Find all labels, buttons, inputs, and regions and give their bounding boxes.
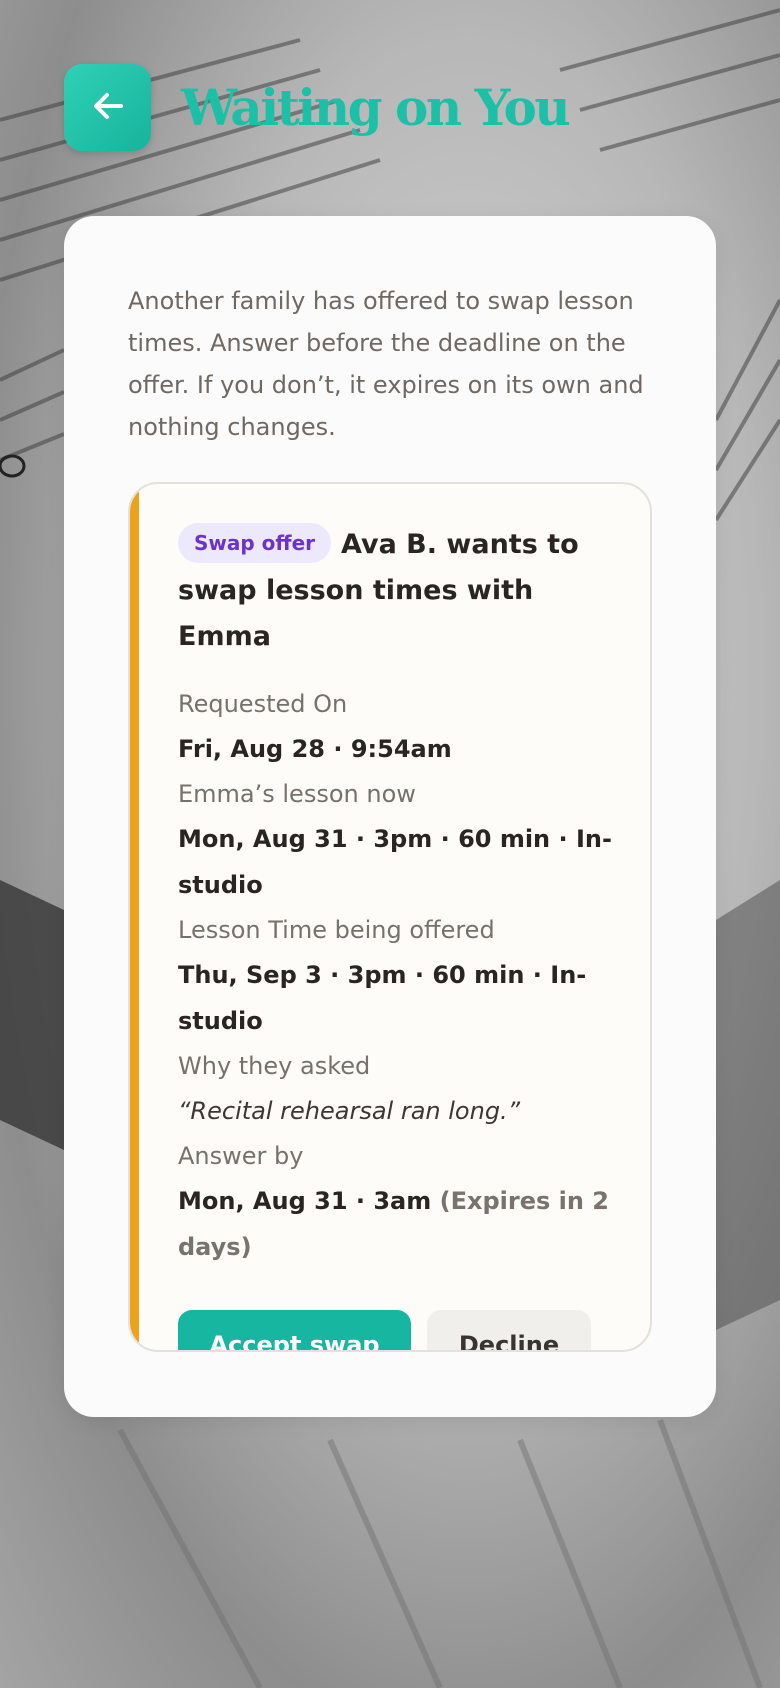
accept-swap-button[interactable]: Accept swap: [178, 1310, 411, 1350]
swap-offer-card: Swap offer Ava B. wants to swap lesson ti…: [128, 482, 652, 1352]
page-header: Waiting on You: [64, 64, 571, 151]
current-lesson-label: Emma’s lesson now: [178, 780, 416, 808]
content-panel: Another family has offered to swap lesso…: [64, 216, 716, 1417]
reason-value: “Recital rehearsal ran long.”: [178, 1097, 521, 1125]
requested-value: Fri, Aug 28 · 9:54am: [178, 735, 452, 763]
deadline-value: Mon, Aug 31 · 3am: [178, 1187, 432, 1215]
requested-label: Requested On: [178, 690, 348, 718]
deadline-label: Answer by: [178, 1142, 304, 1170]
arrow-left-icon: [91, 89, 125, 127]
reason-label: Why they asked: [178, 1052, 371, 1080]
offered-lesson-label: Lesson Time being offered: [178, 916, 495, 944]
offered-lesson-value: Thu, Sep 3 · 3pm · 60 min · In-studio: [178, 961, 587, 1035]
current-lesson-value: Mon, Aug 31 · 3pm · 60 min · In-studio: [178, 825, 612, 899]
status-stripe: [130, 484, 139, 1350]
swap-offer-badge: Swap offer: [178, 523, 332, 563]
offer-actions: Accept swap Decline: [178, 1310, 624, 1350]
offer-title-line: Swap offer Ava B. wants to swap lesson ti…: [178, 522, 624, 660]
back-button[interactable]: [64, 64, 151, 151]
deadline-value-line: Mon, Aug 31 · 3am (Expires in 2 days): [178, 1178, 624, 1270]
decline-button[interactable]: Decline: [427, 1310, 591, 1350]
page-title: Waiting on You: [181, 78, 571, 137]
offer-details: Requested On Fri, Aug 28 · 9:54am Emma’s…: [178, 682, 624, 1270]
intro-text: Another family has offered to swap lesso…: [128, 287, 644, 441]
